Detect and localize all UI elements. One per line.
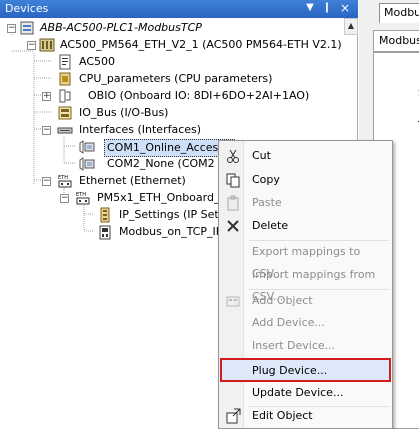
- tree-node-label: COM1_Online_Access (: [104, 139, 235, 157]
- menu-item-plug-device[interactable]: Plug Device...: [220, 358, 391, 382]
- collapse-toggle-icon[interactable]: −: [42, 126, 51, 135]
- menu-item-label: Edit Object: [252, 409, 313, 422]
- tree-node-obio[interactable]: + OBIO (Onboard IO: 8DI+6DO+2AI+1AO): [0, 88, 340, 105]
- menu-item-paste[interactable]: Paste: [221, 192, 390, 214]
- menu-item-label: Add Device...: [252, 316, 325, 329]
- menu-item-label: Copy: [252, 173, 280, 186]
- tree-node-label: OBIO (Onboard IO: 8DI+6DO+2AI+1AO): [88, 89, 310, 102]
- tree-node-project[interactable]: − ABB-AC500-PLC1-ModbusTCP: [0, 20, 340, 37]
- tree-node-label: AC500_PM564_ETH_V2_1 (AC500 PM564-ETH V2…: [60, 38, 342, 51]
- menu-item-label: Insert Device...: [252, 339, 336, 352]
- tree-node-label: IP_Settings (IP Settin: [119, 208, 234, 221]
- editor-document-tab[interactable]: Modbu: [379, 3, 419, 23]
- copy-icon: [226, 173, 240, 188]
- menu-item-label: Cut: [252, 149, 271, 162]
- menu-item-import-csv[interactable]: Import mappings from CSV...: [221, 264, 390, 303]
- menu-item-insert-device[interactable]: Insert Device...: [221, 335, 390, 357]
- tree-node-io-bus[interactable]: IO_Bus (I/O-Bus): [0, 105, 340, 122]
- add-object-icon: [226, 296, 240, 307]
- delete-icon: [227, 220, 239, 232]
- edit-object-icon: [226, 408, 241, 424]
- editor-subtab-modbus[interactable]: Modbus: [373, 30, 419, 52]
- tree-node-label: PM5x1_ETH_Onboard_EI: [97, 191, 230, 204]
- obio-icon: [59, 89, 71, 103]
- collapse-toggle-icon[interactable]: −: [42, 177, 51, 186]
- menu-item-copy[interactable]: Copy: [221, 169, 390, 191]
- editor-subtab-label: Modbus: [379, 34, 419, 47]
- io-bus-icon: [58, 106, 72, 120]
- config-icon: [59, 54, 71, 70]
- tree-node-label: COM2_None (COM2 - N: [107, 157, 234, 170]
- tree-node-plc[interactable]: − AC500_PM564_ETH_V2_1 (AC500 PM564-ETH …: [0, 37, 342, 54]
- tree-node-cpu-parameters[interactable]: CPU_parameters (CPU parameters): [0, 71, 340, 88]
- scissors-icon: [227, 149, 239, 163]
- editor-document-tab-label: Modbu: [384, 6, 419, 19]
- tree-node-label: Modbus_on_TCP_IP: [119, 225, 223, 238]
- tree-node-label: IO_Bus (I/O-Bus): [79, 106, 169, 119]
- context-menu: Cut Copy Paste Delete Export mappings to…: [218, 140, 393, 429]
- ip-settings-icon: [100, 207, 110, 223]
- project-icon: [20, 21, 34, 35]
- panel-close-button[interactable]: ×: [338, 1, 352, 15]
- menu-item-edit-object[interactable]: Edit Object: [221, 405, 390, 427]
- cpu-parameters-icon: [59, 72, 71, 86]
- menu-item-label: Delete: [252, 219, 289, 232]
- menu-item-label: Update Device...: [252, 386, 344, 399]
- expand-toggle-icon[interactable]: +: [42, 92, 51, 101]
- com-port-icon: [79, 157, 95, 171]
- menu-item-delete[interactable]: Delete: [221, 215, 390, 237]
- menu-item-export-csv[interactable]: Export mappings to CSV...: [221, 241, 390, 280]
- menu-item-add-object[interactable]: Add Object: [221, 290, 390, 312]
- svg-text:ETH: ETH: [76, 192, 86, 198]
- collapse-toggle-icon[interactable]: −: [27, 41, 36, 50]
- tree-node-ac500[interactable]: AC500: [0, 54, 340, 71]
- panel-dropdown-button[interactable]: ▼: [303, 1, 317, 15]
- interfaces-icon: [57, 127, 73, 134]
- menu-item-cut[interactable]: Cut: [221, 145, 390, 167]
- paste-icon: [227, 195, 239, 211]
- collapse-toggle-icon[interactable]: −: [7, 24, 16, 33]
- com-port-icon: [79, 140, 95, 154]
- menu-item-update-device[interactable]: Update Device...: [221, 382, 390, 404]
- menu-item-label: Plug Device...: [252, 364, 328, 377]
- svg-text:ETH: ETH: [58, 175, 68, 181]
- tree-node-label: CPU_parameters (CPU parameters): [79, 72, 273, 85]
- menu-item-label: Paste: [252, 196, 282, 209]
- plc-icon: [39, 38, 55, 52]
- ethernet-icon: ETH: [58, 175, 72, 188]
- tree-node-label: ABB-AC500-PLC1-ModbusTCP: [40, 21, 202, 34]
- tree-node-label: AC500: [79, 55, 116, 68]
- devices-panel-header: Devices ▼ ❙ ×: [0, 0, 358, 18]
- menu-item-label: Add Object: [252, 294, 313, 307]
- tree-node-label: Interfaces (Interfaces): [79, 123, 202, 136]
- menu-item-add-device[interactable]: Add Device...: [221, 312, 390, 334]
- tree-node-label: Ethernet (Ethernet): [79, 174, 186, 187]
- ethernet-icon: ETH: [76, 192, 90, 205]
- devices-panel-title: Devices: [5, 2, 49, 15]
- tree-node-interfaces[interactable]: − Interfaces (Interfaces): [0, 122, 340, 139]
- collapse-toggle-icon[interactable]: −: [60, 194, 69, 203]
- modbus-icon: [99, 225, 111, 240]
- panel-pin-button[interactable]: ❙: [320, 1, 334, 15]
